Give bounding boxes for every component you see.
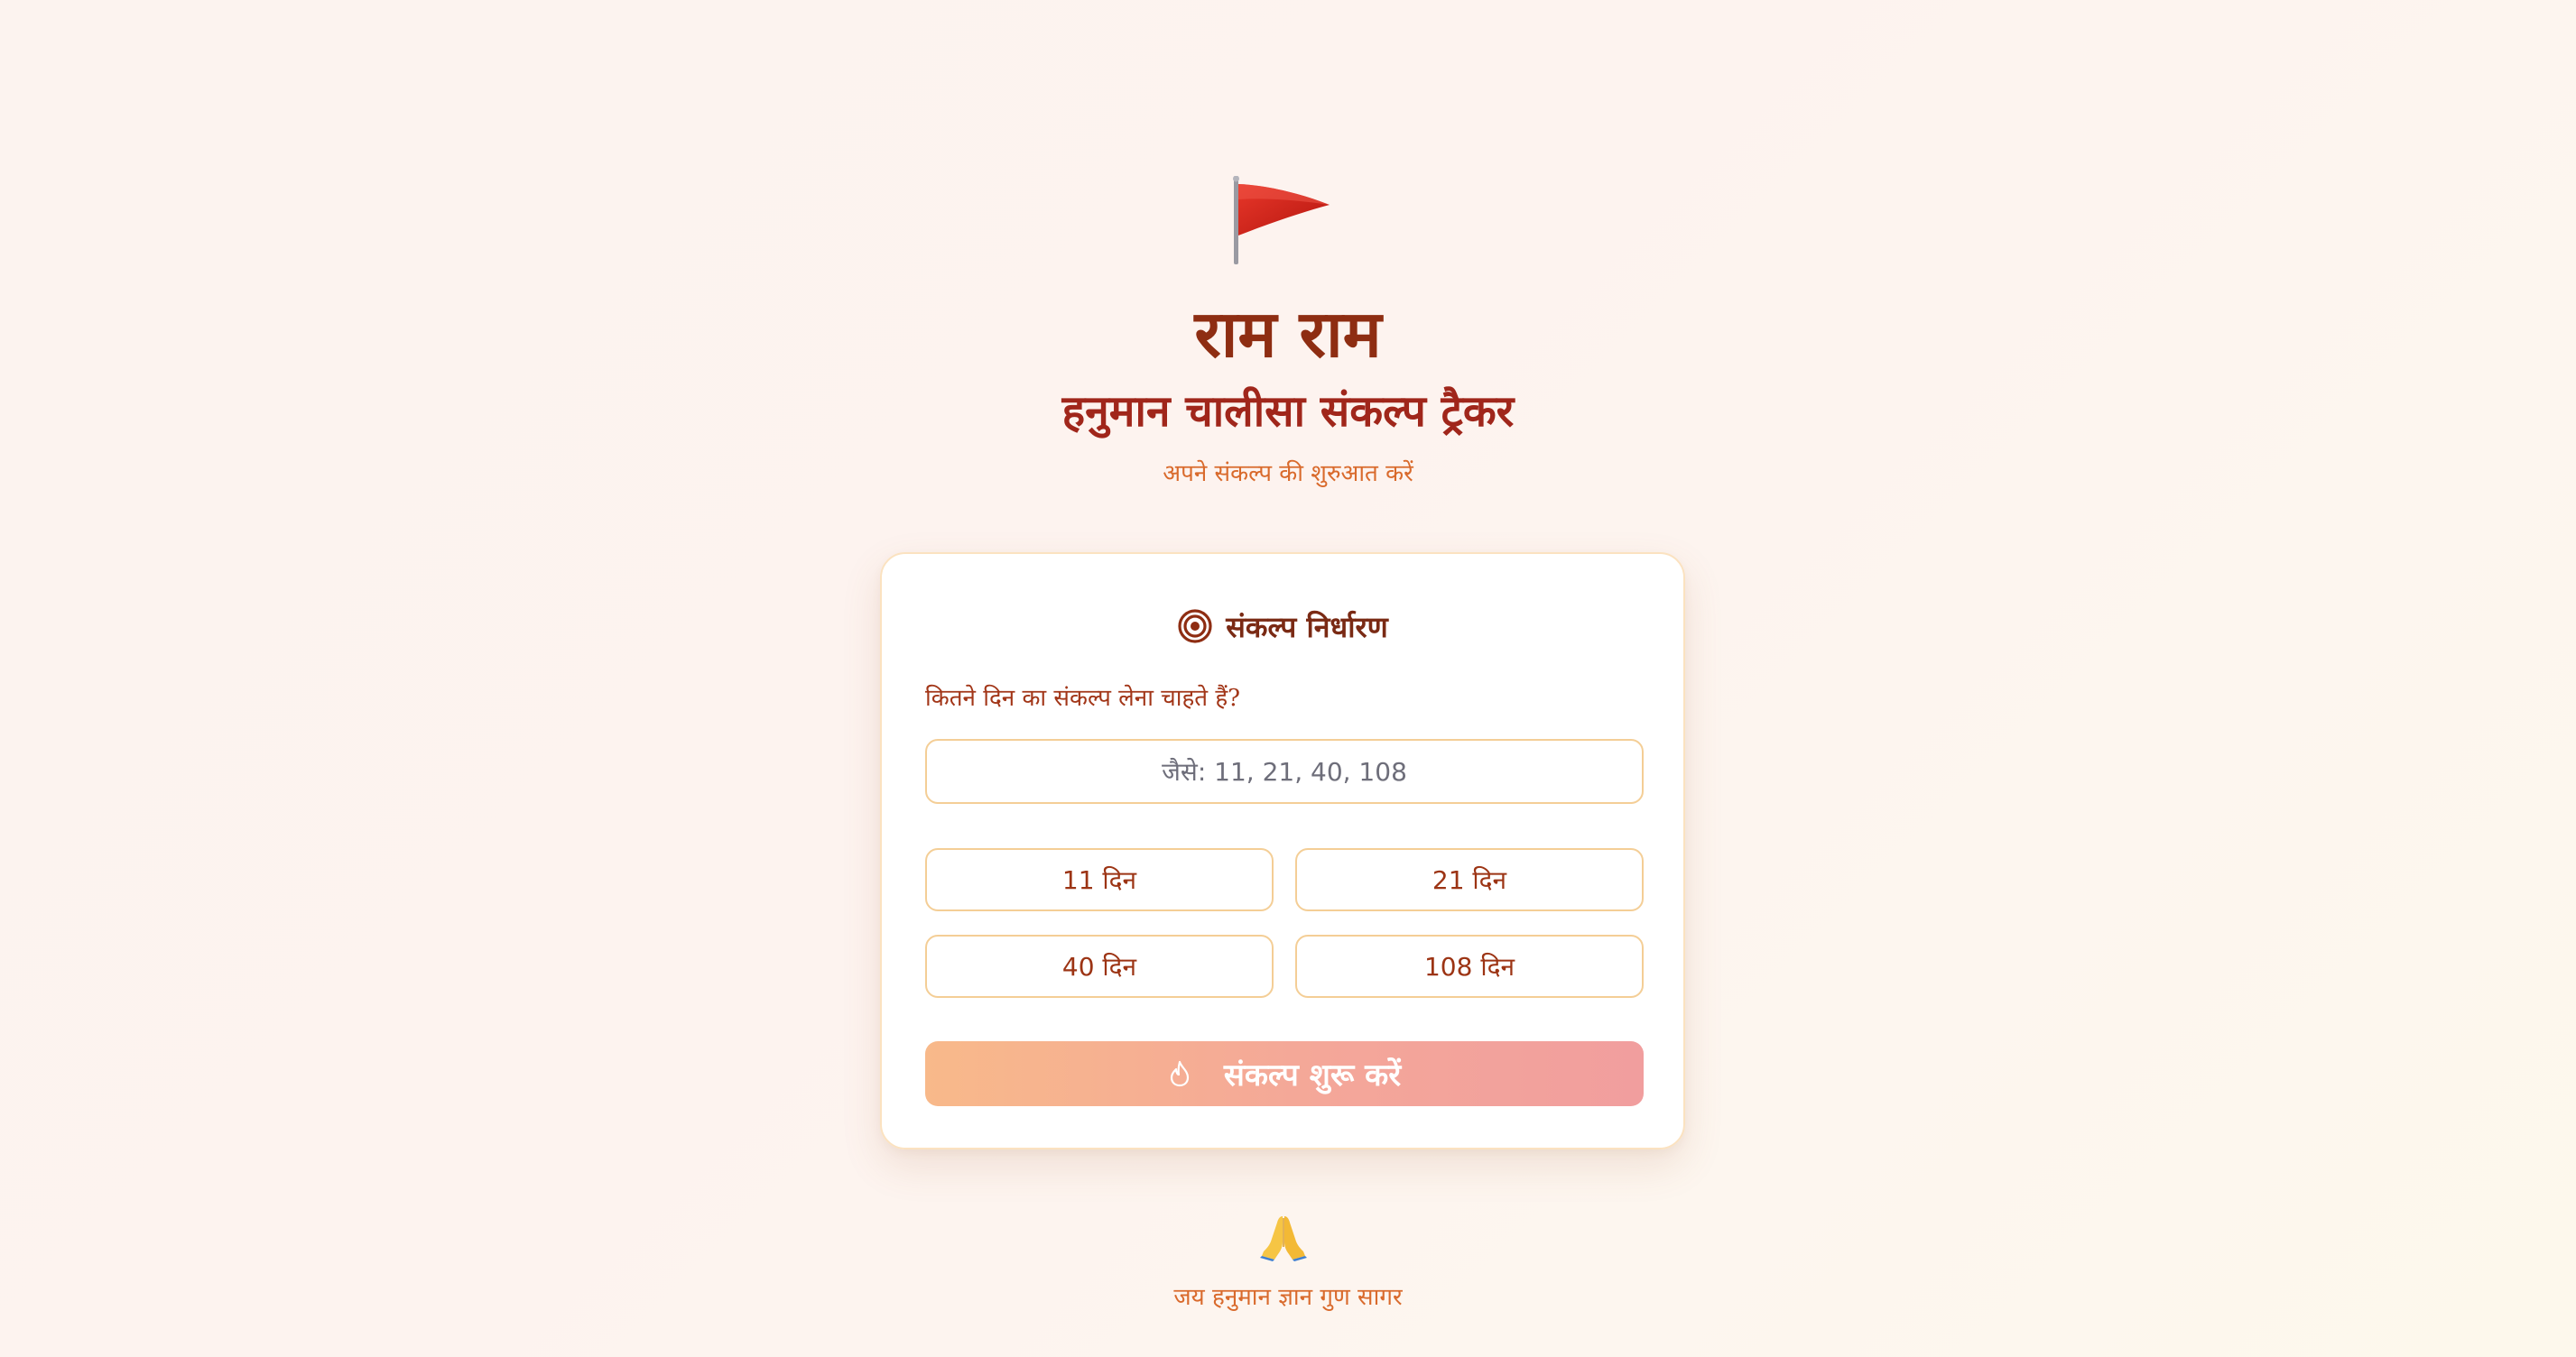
days-input[interactable] xyxy=(925,739,1644,804)
start-sankalp-label: संकल्प शुरू करें xyxy=(1223,1057,1402,1094)
page-title: राम राम xyxy=(1194,295,1382,372)
fire-icon xyxy=(1170,1060,1189,1087)
preset-21-days-button[interactable]: 21 दिन xyxy=(1295,848,1644,911)
page-tagline: अपने संकल्प की शुरुआत करें xyxy=(1163,460,1413,487)
footer-text: जय हनुमान ज्ञान गुण सागर xyxy=(1173,1284,1403,1311)
preset-108-days-button[interactable]: 108 दिन xyxy=(1295,935,1644,998)
target-icon xyxy=(1178,609,1212,643)
start-sankalp-button[interactable]: संकल्प शुरू करें xyxy=(925,1041,1644,1106)
card-header: संकल्प निर्धारण xyxy=(882,597,1683,655)
saffron-flag-icon xyxy=(1233,176,1330,264)
days-question-label: कितने दिन का संकल्प लेना चाहते हैं? xyxy=(925,685,1241,712)
page-subtitle: हनुमान चालीसा संकल्प ट्रैकर xyxy=(1061,386,1515,437)
preset-40-days-button[interactable]: 40 दिन xyxy=(925,935,1274,998)
card-title: संकल्प निर्धारण xyxy=(1226,609,1388,644)
folded-hands-icon xyxy=(1260,1216,1307,1261)
sankalp-setup-card: संकल्प निर्धारण कितने दिन का संकल्प लेना… xyxy=(880,552,1685,1149)
preset-11-days-button[interactable]: 11 दिन xyxy=(925,848,1274,911)
